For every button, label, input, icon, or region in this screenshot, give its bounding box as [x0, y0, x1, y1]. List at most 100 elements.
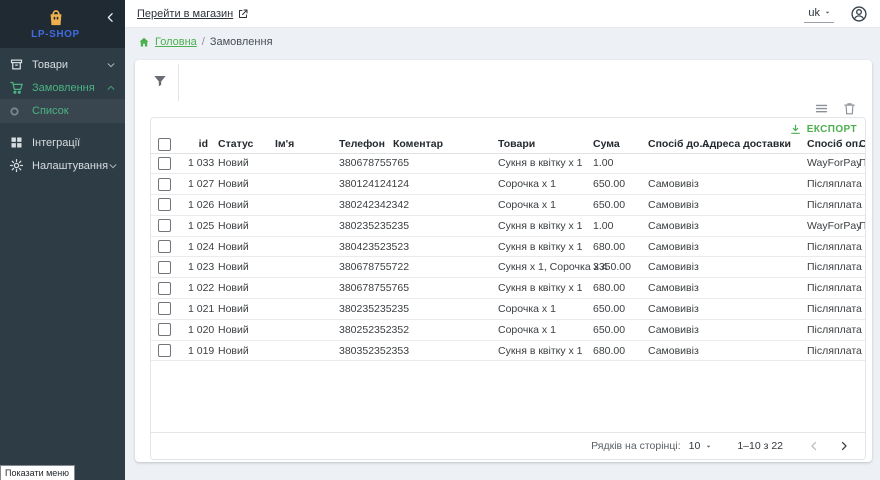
- home-icon: [138, 36, 150, 48]
- cell-delivery_method: Самовивіз: [643, 257, 697, 278]
- cell-select: [151, 299, 183, 320]
- cell-id: 1 023: [183, 257, 213, 278]
- cell-id: 1 021: [183, 299, 213, 320]
- column-header-sum[interactable]: Сума: [588, 136, 643, 153]
- sidebar-item-settings[interactable]: Налаштування: [0, 154, 125, 177]
- filter-icon[interactable]: [152, 73, 168, 89]
- cell-sum: 3350.00: [588, 257, 643, 278]
- row-checkbox[interactable]: [158, 157, 171, 170]
- export-label: ЕКСПОРТ: [807, 124, 857, 135]
- column-header-products[interactable]: Товари: [493, 136, 588, 153]
- row-checkbox[interactable]: [158, 302, 171, 315]
- column-header-delivery_address[interactable]: Адреса доставки: [697, 136, 802, 153]
- next-page-icon[interactable]: [837, 439, 851, 453]
- cell-products: Сорочка x 1: [493, 174, 588, 195]
- grid-icon: [9, 135, 24, 150]
- cell-select: [151, 319, 183, 340]
- previous-page-icon[interactable]: [807, 439, 821, 453]
- cell-name: [270, 319, 334, 340]
- cell-phone: 380678755722: [334, 257, 388, 278]
- column-header-select: [151, 136, 183, 153]
- go-to-store-link[interactable]: Перейти в магазин: [137, 8, 249, 20]
- toolbar-divider: [178, 64, 179, 101]
- table-row[interactable]: 1 020Новий380252352352Сорочка x 1650.00С…: [151, 319, 866, 340]
- column-header-payment_method[interactable]: Спосіб оп...: [802, 136, 854, 153]
- cell-sum: 1.00: [588, 215, 643, 236]
- rows-per-page-select[interactable]: 10: [689, 440, 714, 452]
- cell-products: Сукня в квітку x 1: [493, 153, 588, 174]
- row-checkbox[interactable]: [158, 240, 171, 253]
- cell-name: [270, 153, 334, 174]
- view-list-icon[interactable]: [814, 101, 829, 116]
- cell-payment_method: Післяплата: [802, 299, 854, 320]
- rows-per-page-label: Рядків на сторінці:: [591, 440, 680, 452]
- row-checkbox[interactable]: [158, 178, 171, 191]
- table-row[interactable]: 1 023Новий380678755722Сукня x 1, Сорочка…: [151, 257, 866, 278]
- table-row[interactable]: 1 033Новий380678755765Сукня в квітку x 1…: [151, 153, 866, 174]
- cell-payment_method: Післяплата: [802, 174, 854, 195]
- table-row[interactable]: 1 027Новий380124124124Сорочка x 1650.00С…: [151, 174, 866, 195]
- sidebar-item-orders[interactable]: Замовлення: [0, 76, 125, 99]
- table-row[interactable]: 1 024Новий380423523523Сукня в квітку x 1…: [151, 236, 866, 257]
- export-button[interactable]: ЕКСПОРТ: [789, 123, 857, 136]
- row-checkbox[interactable]: [158, 323, 171, 336]
- column-header-id[interactable]: id: [183, 136, 213, 153]
- column-header-delivery_method[interactable]: Спосіб до...: [643, 136, 697, 153]
- cell-products: Сукня в квітку x 1: [493, 215, 588, 236]
- column-header-phone[interactable]: Телефон: [334, 136, 388, 153]
- row-checkbox[interactable]: [158, 282, 171, 295]
- row-checkbox[interactable]: [158, 261, 171, 274]
- cell-delivery_address: [697, 236, 802, 257]
- table-row[interactable]: 1 021Новий380235235235Сорочка x 1650.00С…: [151, 299, 866, 320]
- cell-payment_method: WayForPay: [802, 153, 854, 174]
- external-link-icon: [237, 8, 249, 20]
- row-checkbox[interactable]: [158, 344, 171, 357]
- topbar-right: uk: [804, 5, 868, 23]
- cell-id: 1 027: [183, 174, 213, 195]
- cell-select: [151, 236, 183, 257]
- delete-icon[interactable]: [842, 101, 857, 116]
- cell-sum: 680.00: [588, 278, 643, 299]
- sidebar-item-integrations[interactable]: Інтеграції: [0, 131, 125, 154]
- cell-products: Сорочка x 1: [493, 319, 588, 340]
- column-header-name[interactable]: Ім'я: [270, 136, 334, 153]
- row-checkbox[interactable]: [158, 198, 171, 211]
- sidebar-item-label: Замовлення: [32, 82, 95, 94]
- cell-name: [270, 174, 334, 195]
- logo-text: LP-SHOP: [31, 29, 80, 40]
- sidebar-item-orders-list[interactable]: Список: [0, 99, 125, 123]
- export-row: ЕКСПОРТ: [151, 118, 865, 136]
- table-row[interactable]: 1 022Новий380678755765Сукня в квітку x 1…: [151, 278, 866, 299]
- cell-payment_method: Післяплата: [802, 319, 854, 340]
- cell-products: Сукня в квітку x 1: [493, 340, 588, 361]
- account-icon[interactable]: [850, 5, 868, 23]
- table-row[interactable]: 1 026Новий380242342342Сорочка x 1650.00С…: [151, 195, 866, 216]
- cell-phone: 380252352352: [334, 319, 388, 340]
- table-row[interactable]: 1 025Новий380235235235Сукня в квітку x 1…: [151, 215, 866, 236]
- cell-sum: 680.00: [588, 236, 643, 257]
- sidebar-item-products[interactable]: Товари: [0, 53, 125, 76]
- column-header-status[interactable]: Статус: [213, 136, 270, 153]
- cell-delivery_method: Самовивіз: [643, 236, 697, 257]
- chevron-down-icon: [108, 161, 118, 171]
- pagination-range: 1–10 з 22: [737, 440, 783, 452]
- topbar: Перейти в магазин uk: [125, 0, 880, 28]
- select-all-checkbox[interactable]: [158, 138, 171, 151]
- table-row[interactable]: 1 019Новий380352352353Сукня в квітку x 1…: [151, 340, 866, 361]
- breadcrumb-home-link[interactable]: Головна: [155, 36, 197, 48]
- language-select[interactable]: uk: [804, 5, 834, 23]
- language-value: uk: [808, 7, 820, 19]
- cell-phone: 380235235235: [334, 215, 388, 236]
- column-header-comment[interactable]: Коментар: [388, 136, 493, 153]
- status-tooltip: Показати меню: [0, 465, 75, 480]
- row-checkbox[interactable]: [158, 219, 171, 232]
- breadcrumb-separator: /: [202, 36, 205, 48]
- cell-status: Новий: [213, 299, 270, 320]
- cell-sum: 1.00: [588, 153, 643, 174]
- cell-sum: 650.00: [588, 195, 643, 216]
- collapse-sidebar-button[interactable]: [104, 11, 117, 24]
- cell-id: 1 026: [183, 195, 213, 216]
- breadcrumb-current: Замовлення: [210, 36, 273, 48]
- cell-delivery_address: [697, 174, 802, 195]
- dot-icon: [9, 106, 24, 117]
